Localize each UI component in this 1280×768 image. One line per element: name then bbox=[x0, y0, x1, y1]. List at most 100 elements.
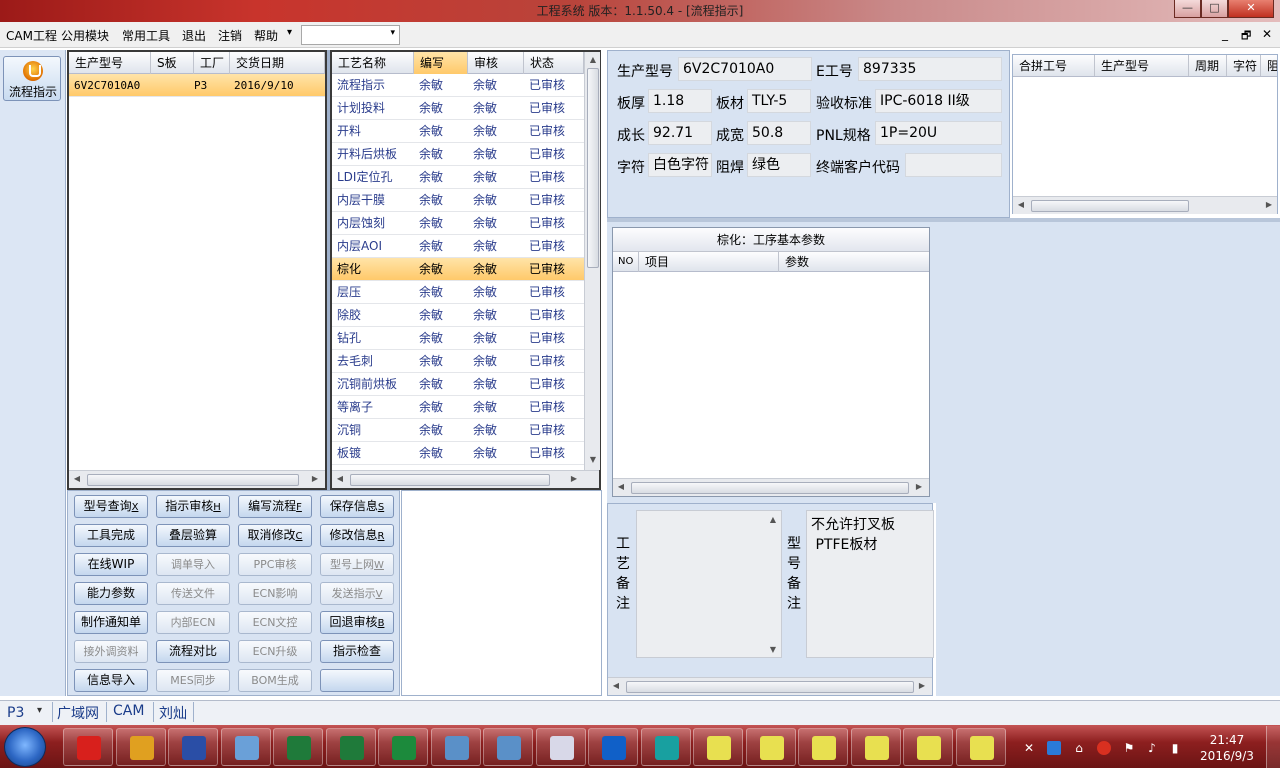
scroll-left-icon[interactable]: ◀ bbox=[608, 681, 624, 690]
scroll-right-icon[interactable]: ▶ bbox=[1261, 200, 1277, 209]
scroll-thumb[interactable] bbox=[87, 474, 299, 486]
function-button[interactable]: 取消修改C bbox=[238, 524, 312, 547]
tray-security-icon[interactable] bbox=[1097, 741, 1111, 755]
help-chevron-icon[interactable]: ▾ bbox=[287, 27, 292, 38]
function-button[interactable]: 工具完成 bbox=[74, 524, 148, 547]
tray-network-icon[interactable]: ⌂ bbox=[1072, 741, 1086, 755]
table-row[interactable]: 沉铜前烘板 余敏 余敏 已审核 bbox=[332, 373, 584, 396]
function-button[interactable]: 制作通知单 bbox=[74, 611, 148, 634]
taskbar-button[interactable] bbox=[745, 728, 796, 766]
function-button[interactable]: ECN文控 bbox=[238, 611, 312, 634]
function-button[interactable]: MES同步 bbox=[156, 669, 230, 692]
taskbar-button[interactable] bbox=[535, 728, 586, 766]
function-button[interactable]: 接外调资料 bbox=[74, 640, 148, 663]
table-row[interactable]: 棕化 余敏 余敏 已审核 bbox=[332, 258, 584, 281]
col-s-board[interactable]: S板 bbox=[151, 52, 194, 74]
thickness-field[interactable]: 1.18 bbox=[648, 89, 712, 113]
scroll-thumb[interactable] bbox=[350, 474, 550, 486]
menu-combo-box[interactable]: ▾ bbox=[301, 25, 400, 45]
table-row[interactable]: 6V2C7010A0 P3 2016/9/10 bbox=[69, 74, 325, 97]
scroll-right-icon[interactable]: ▶ bbox=[914, 681, 930, 690]
table-row[interactable]: 开料后烘板 余敏 余敏 已审核 bbox=[332, 143, 584, 166]
table-row[interactable]: 等离子 余敏 余敏 已审核 bbox=[332, 396, 584, 419]
taskbar-button[interactable] bbox=[273, 728, 323, 766]
process-notes-textarea[interactable]: ▲ ▼ bbox=[636, 510, 782, 658]
standard-field[interactable]: IPC-6018 II级 bbox=[875, 89, 1002, 113]
function-button[interactable]: 能力参数 bbox=[74, 582, 148, 605]
scroll-left-icon[interactable]: ◀ bbox=[332, 474, 348, 483]
taskbar-button[interactable] bbox=[850, 728, 901, 766]
menu-help[interactable]: 帮助 bbox=[254, 27, 278, 44]
function-button[interactable]: 叠层验算 bbox=[156, 524, 230, 547]
mask-field[interactable]: 绿色 bbox=[747, 153, 811, 177]
tray-flag-icon[interactable]: ⚑ bbox=[1122, 741, 1136, 755]
taskbar-button[interactable] bbox=[430, 728, 481, 766]
scroll-thumb[interactable] bbox=[1031, 200, 1189, 212]
function-button[interactable]: 内部ECN bbox=[156, 611, 230, 634]
taskbar-button[interactable] bbox=[115, 728, 166, 766]
char-field[interactable]: 白色字符 bbox=[648, 153, 712, 177]
scroll-right-icon[interactable]: ▶ bbox=[307, 474, 323, 483]
function-button[interactable]: 指示审核H bbox=[156, 495, 230, 518]
mdi-restore-button[interactable]: 🗗 bbox=[1241, 27, 1251, 46]
col-merge-period[interactable]: 周期 bbox=[1189, 55, 1227, 76]
factory-chevron-icon[interactable]: ▾ bbox=[37, 705, 42, 716]
table-row[interactable]: 钻孔 余敏 余敏 已审核 bbox=[332, 327, 584, 350]
taskbar-button[interactable] bbox=[798, 728, 848, 766]
function-button[interactable]: 流程对比 bbox=[156, 640, 230, 663]
function-button[interactable]: 传送文件 bbox=[156, 582, 230, 605]
flow-instruction-button[interactable]: 流程指示 bbox=[3, 56, 61, 101]
close-button[interactable]: ✕ bbox=[1228, 0, 1274, 18]
taskbar-button[interactable] bbox=[483, 728, 533, 766]
function-button[interactable]: 指示检查 bbox=[320, 640, 394, 663]
notes-hscrollbar[interactable]: ◀ ▶ bbox=[608, 677, 932, 695]
col-model[interactable]: 生产型号 bbox=[69, 52, 151, 74]
function-button[interactable]: 修改信息R bbox=[320, 524, 394, 547]
scroll-right-icon[interactable]: ▶ bbox=[566, 474, 582, 483]
scroll-thumb[interactable] bbox=[631, 482, 909, 494]
function-button[interactable]: ECN影响 bbox=[238, 582, 312, 605]
length-field[interactable]: 92.71 bbox=[648, 121, 712, 145]
col-writer[interactable]: 编写 bbox=[414, 52, 468, 74]
customer-code-field[interactable] bbox=[905, 153, 1002, 177]
maximize-button[interactable]: □ bbox=[1201, 0, 1228, 18]
e-no-field[interactable]: 897335 bbox=[858, 57, 1002, 81]
tray-volume-icon[interactable]: ♪ bbox=[1145, 741, 1159, 755]
taskbar-button[interactable] bbox=[378, 728, 428, 766]
start-button[interactable] bbox=[4, 727, 46, 767]
taskbar-button[interactable] bbox=[168, 728, 218, 766]
taskbar-button[interactable] bbox=[325, 728, 376, 766]
function-button[interactable] bbox=[320, 669, 394, 692]
menu-exit[interactable]: 退出 bbox=[182, 27, 206, 44]
function-button[interactable]: 发送指示V bbox=[320, 582, 394, 605]
table-row[interactable]: 内层干膜 余敏 余敏 已审核 bbox=[332, 189, 584, 212]
minimize-button[interactable]: — bbox=[1174, 0, 1201, 18]
mdi-close-button[interactable]: ✕ bbox=[1262, 27, 1272, 41]
taskbar-button[interactable] bbox=[693, 728, 743, 766]
function-button[interactable]: 编写流程F bbox=[238, 495, 312, 518]
function-button[interactable]: ECN升级 bbox=[238, 640, 312, 663]
system-clock[interactable]: 21:47 2016/9/3 bbox=[1192, 732, 1262, 764]
pnl-field[interactable]: 1P=20U bbox=[875, 121, 1002, 145]
col-merge-model[interactable]: 生产型号 bbox=[1095, 55, 1189, 76]
combo-chevron-icon[interactable]: ▾ bbox=[390, 28, 395, 38]
col-factory[interactable]: 工厂 bbox=[194, 52, 230, 74]
tray-app-icon[interactable] bbox=[1047, 741, 1061, 755]
col-param[interactable]: 参数 bbox=[779, 252, 929, 272]
scroll-thumb[interactable] bbox=[587, 68, 599, 268]
taskbar-button[interactable] bbox=[63, 728, 113, 766]
factory-selector[interactable]: P3 bbox=[7, 705, 24, 721]
merge-hscrollbar[interactable]: ◀ ▶ bbox=[1013, 196, 1277, 214]
col-merge-char[interactable]: 字符 bbox=[1227, 55, 1261, 76]
function-button[interactable]: 型号上网W bbox=[320, 553, 394, 576]
scroll-down-icon[interactable]: ▼ bbox=[765, 645, 781, 654]
col-merge-no[interactable]: 合拼工号 bbox=[1013, 55, 1095, 76]
scroll-right-icon[interactable]: ▶ bbox=[911, 482, 927, 491]
table-row[interactable]: 板镀 余敏 余敏 已审核 bbox=[332, 442, 584, 465]
show-desktop-button[interactable] bbox=[1266, 726, 1280, 768]
scroll-thumb[interactable] bbox=[626, 681, 914, 693]
model-field[interactable]: 6V2C7010A0 bbox=[678, 57, 812, 81]
col-reviewer[interactable]: 审核 bbox=[468, 52, 524, 74]
taskbar-button[interactable] bbox=[220, 728, 271, 766]
taskbar-button[interactable] bbox=[588, 728, 638, 766]
